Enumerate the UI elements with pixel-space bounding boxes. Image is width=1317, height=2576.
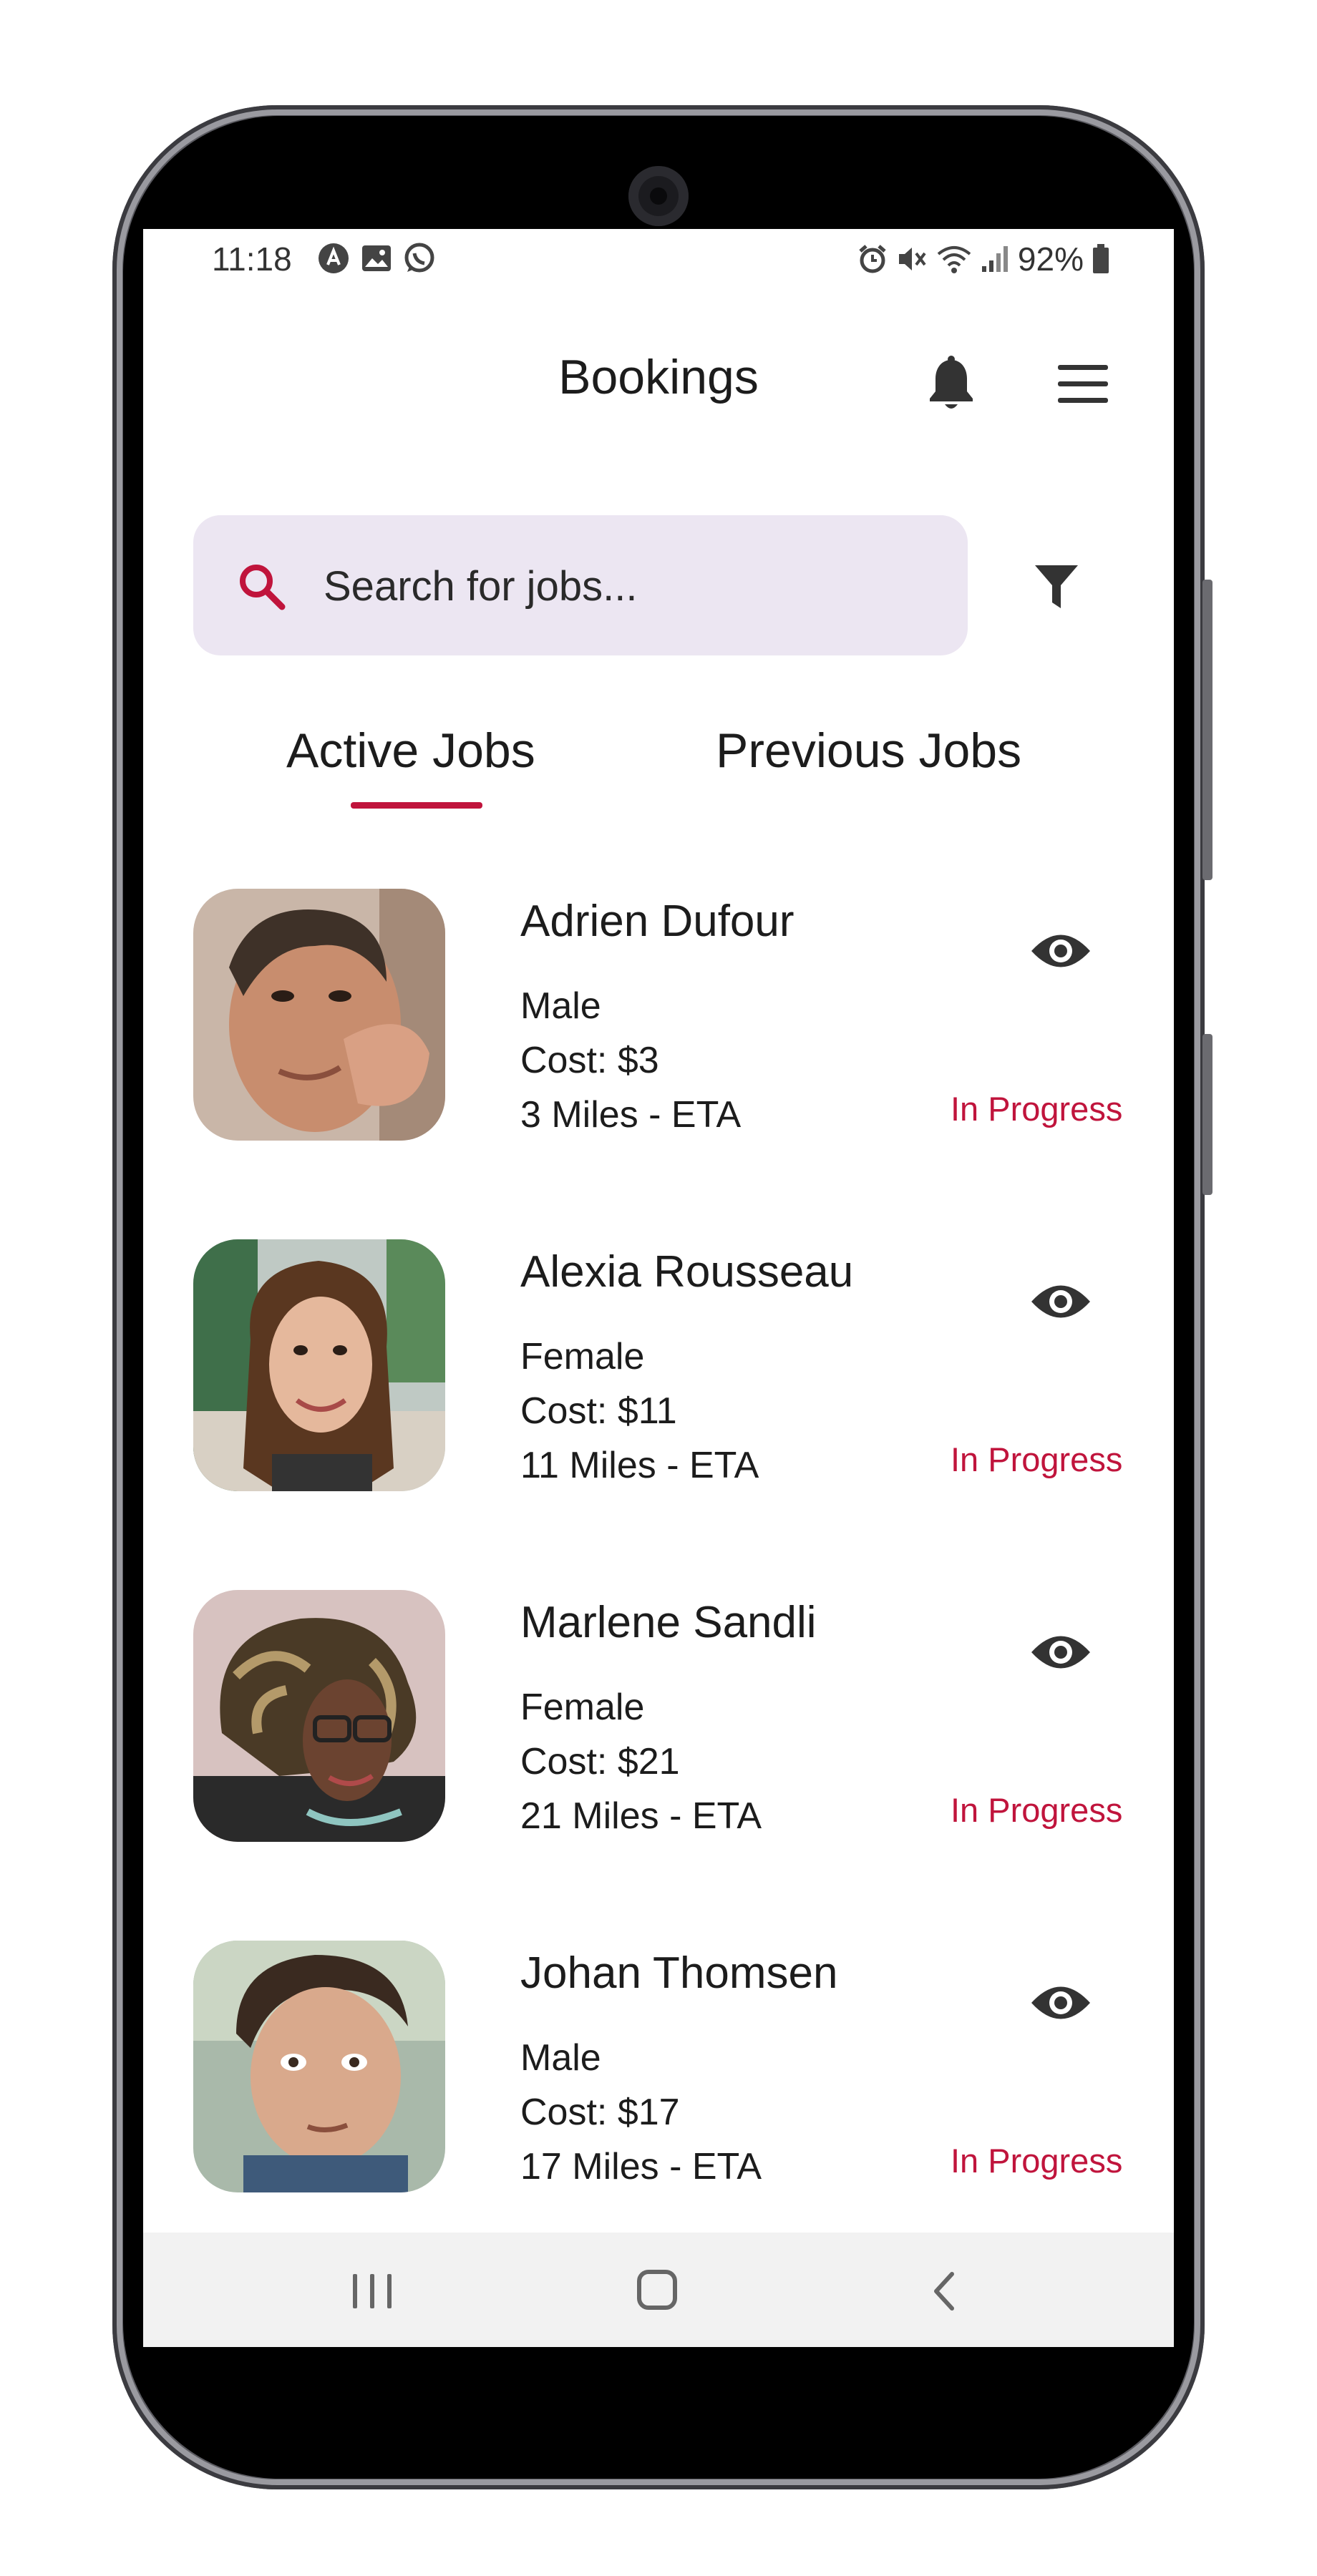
job-eta: 11 Miles - ETA bbox=[520, 1445, 759, 1486]
job-eta: 3 Miles - ETA bbox=[520, 1094, 742, 1136]
job-card[interactable]: Johan Thomsen Male Cost: $17 17 Miles - … bbox=[143, 1941, 1174, 2198]
status-left-icons bbox=[317, 242, 436, 275]
eye-icon[interactable] bbox=[1030, 1279, 1092, 1324]
job-cost: Cost: $3 bbox=[520, 1040, 659, 1081]
power-button bbox=[1202, 1034, 1212, 1195]
system-nav-bar bbox=[143, 2233, 1174, 2347]
job-gender: Male bbox=[520, 985, 601, 1027]
image-icon bbox=[360, 242, 393, 275]
job-name: Adrien Dufour bbox=[520, 897, 794, 946]
job-tabs: Active Jobs Previous Jobs bbox=[143, 723, 1174, 809]
job-cost: Cost: $21 bbox=[520, 1741, 680, 1782]
alarm-icon bbox=[859, 245, 886, 273]
job-name: Johan Thomsen bbox=[520, 1948, 838, 1998]
mute-icon bbox=[898, 248, 926, 270]
job-name: Alexia Rousseau bbox=[520, 1247, 854, 1297]
recent-apps-icon[interactable] bbox=[353, 2274, 392, 2308]
job-card[interactable]: Marlene Sandli Female Cost: $21 21 Miles… bbox=[143, 1590, 1174, 1848]
signal-icon bbox=[981, 246, 1008, 272]
tab-active-jobs[interactable]: Active Jobs bbox=[286, 723, 535, 779]
bell-icon[interactable] bbox=[925, 356, 977, 413]
status-badge: In Progress bbox=[951, 1440, 1123, 1478]
status-time: 11:18 bbox=[212, 240, 292, 278]
home-icon[interactable] bbox=[637, 2270, 677, 2310]
status-right-icons: 92% bbox=[857, 229, 1109, 289]
job-name: Marlene Sandli bbox=[520, 1598, 817, 1647]
status-badge: In Progress bbox=[951, 2142, 1123, 2180]
back-icon[interactable] bbox=[929, 2270, 958, 2313]
front-camera bbox=[628, 166, 689, 226]
avatar bbox=[193, 1239, 445, 1491]
eye-icon[interactable] bbox=[1030, 1981, 1092, 2025]
status-badge: In Progress bbox=[951, 1791, 1123, 1829]
battery-icon bbox=[1093, 244, 1109, 273]
avatar bbox=[193, 1941, 445, 2192]
app-bar: Bookings bbox=[143, 315, 1174, 429]
filter-icon[interactable] bbox=[1034, 562, 1079, 611]
page-title: Bookings bbox=[558, 350, 759, 404]
status-bar: 11:18 92% bbox=[143, 229, 1174, 289]
app-notification-icon bbox=[317, 242, 350, 275]
job-gender: Female bbox=[520, 1687, 645, 1728]
avatar bbox=[193, 889, 445, 1141]
job-gender: Female bbox=[520, 1336, 645, 1377]
job-cost: Cost: $17 bbox=[520, 2092, 680, 2133]
job-card[interactable]: Alexia Rousseau Female Cost: $11 11 Mile… bbox=[143, 1239, 1174, 1497]
hamburger-menu-icon[interactable] bbox=[1058, 365, 1108, 404]
volume-button bbox=[1202, 580, 1212, 880]
search-input[interactable] bbox=[322, 560, 941, 613]
status-badge: In Progress bbox=[951, 1090, 1123, 1128]
avatar bbox=[193, 1590, 445, 1842]
job-gender: Male bbox=[520, 2037, 601, 2079]
search-icon bbox=[240, 565, 286, 610]
job-card[interactable]: Adrien Dufour Male Cost: $3 3 Miles - ET… bbox=[143, 889, 1174, 1146]
app-screen: 11:18 92% Bookings Search for jobs... Ac… bbox=[143, 229, 1174, 2347]
battery-percent: 92% bbox=[1017, 240, 1084, 278]
eye-icon[interactable] bbox=[1030, 929, 1092, 973]
whatsapp-icon bbox=[403, 242, 436, 275]
active-tab-indicator bbox=[351, 802, 482, 809]
job-eta: 17 Miles - ETA bbox=[520, 2146, 762, 2187]
job-eta: 21 Miles - ETA bbox=[520, 1795, 762, 1837]
tab-previous-jobs[interactable]: Previous Jobs bbox=[716, 723, 1021, 779]
search-bar[interactable] bbox=[193, 515, 968, 655]
wifi-icon bbox=[937, 246, 971, 273]
job-cost: Cost: $11 bbox=[520, 1390, 677, 1432]
eye-icon[interactable] bbox=[1030, 1630, 1092, 1674]
